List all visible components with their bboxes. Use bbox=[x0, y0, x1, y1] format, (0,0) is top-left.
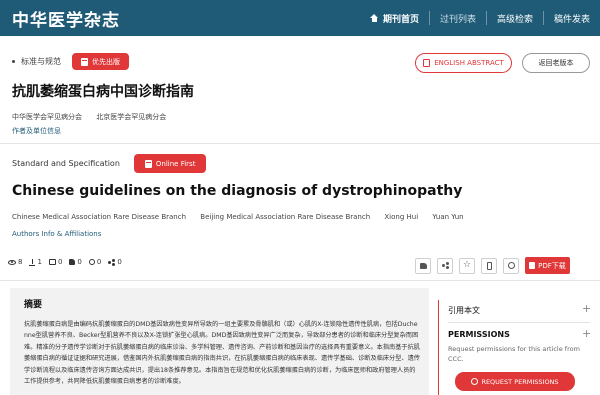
english-abstract-button[interactable]: ENGLISH ABSTRACT bbox=[415, 53, 512, 73]
article-stats: 8 1 0 0 0 0 bbox=[8, 258, 129, 266]
nav-past-issues[interactable]: 过刊列表 bbox=[428, 11, 486, 25]
views-count: 8 bbox=[18, 258, 23, 266]
eye-icon bbox=[8, 259, 16, 265]
request-permissions-label: REQUEST PERMISSIONS bbox=[481, 377, 559, 386]
collects-stat: 0 bbox=[88, 258, 102, 266]
shares-count: 0 bbox=[117, 258, 122, 266]
en-category-row: Standard and Specification Online First bbox=[12, 154, 207, 173]
en-article-title: Chinese guidelines on the diagnosis of d… bbox=[12, 183, 463, 199]
old-version-label: 返回老版本 bbox=[538, 59, 574, 67]
zoom-icon bbox=[507, 262, 515, 269]
abstract-heading: 摘要 bbox=[24, 300, 43, 310]
views-stat: 8 bbox=[8, 258, 22, 266]
en-online-first-label: Online First bbox=[155, 159, 196, 168]
cn-author[interactable]: 北京医学会罕见病分会 bbox=[96, 113, 166, 121]
cn-article-title: 抗肌萎缩蛋白病中国诊断指南 bbox=[12, 84, 194, 100]
share-icon bbox=[108, 258, 116, 266]
thumbs-up-icon bbox=[419, 262, 427, 269]
expand-plus-icon[interactable]: + bbox=[582, 303, 591, 314]
collects-count: 0 bbox=[96, 258, 102, 266]
old-version-button[interactable]: 返回老版本 bbox=[522, 53, 590, 73]
mobile-view-button[interactable] bbox=[481, 257, 497, 274]
likes-stat: 0 bbox=[69, 258, 82, 266]
en-author[interactable]: Yuan Yun bbox=[432, 213, 463, 221]
en-author-info-link[interactable]: Authors Info & Affiliations bbox=[12, 230, 101, 238]
permissions-title[interactable]: PERMISSIONS bbox=[448, 330, 510, 339]
main-nav: 期刊首页 过刊列表 高级检索 稿件发表 bbox=[360, 0, 600, 36]
cn-category-row: 标准与规范 优先出版 bbox=[12, 53, 129, 70]
shares-stat: 0 bbox=[108, 258, 122, 266]
nav-journal-home[interactable]: 期刊首页 bbox=[360, 11, 429, 25]
abstract-text: 抗肌萎缩蛋白病是由编码抗肌萎缩蛋白的DMD基因致病性变异所导致的一组主要累及骨骼… bbox=[24, 321, 420, 386]
expand-plus-icon[interactable]: + bbox=[582, 328, 591, 339]
share-button[interactable] bbox=[437, 257, 453, 274]
favorite-button[interactable]: ☆ bbox=[459, 257, 475, 274]
star-icon: ☆ bbox=[462, 260, 472, 270]
cn-author[interactable]: 中华医学会罕见病分会 bbox=[12, 113, 82, 121]
bookmark-icon bbox=[81, 57, 88, 66]
pdf-download-button[interactable]: PDF下载 bbox=[525, 257, 570, 274]
english-abstract-label: ENGLISH ABSTRACT bbox=[434, 59, 504, 67]
like-button[interactable] bbox=[415, 257, 431, 274]
nav-submission[interactable]: 稿件发表 bbox=[542, 11, 600, 25]
en-author[interactable]: Xiong Hui bbox=[384, 213, 418, 221]
request-permissions-button[interactable]: REQUEST PERMISSIONS bbox=[455, 372, 575, 391]
collect-icon bbox=[88, 259, 95, 265]
nav-advanced-search-label: 高级检索 bbox=[496, 14, 533, 25]
cite-article-item[interactable]: 引用本文 bbox=[448, 305, 480, 316]
journal-brand[interactable]: 中华医学杂志 bbox=[12, 6, 120, 31]
ccc-icon bbox=[471, 378, 479, 385]
section-divider bbox=[0, 280, 600, 281]
downloads-count: 1 bbox=[37, 258, 42, 266]
downloads-stat: 1 bbox=[29, 258, 42, 266]
cn-category: 标准与规范 bbox=[21, 57, 61, 66]
en-author[interactable]: Chinese Medical Association Rare Disease… bbox=[12, 213, 186, 221]
bookmark-icon bbox=[144, 159, 152, 168]
en-authors: Chinese Medical Association Rare Disease… bbox=[12, 213, 476, 221]
top-header: 中华医学杂志 期刊首页 过刊列表 高级检索 稿件发表 bbox=[0, 0, 600, 36]
nav-advanced-search[interactable]: 高级检索 bbox=[485, 11, 543, 25]
cn-online-first-label: 优先出版 bbox=[92, 57, 120, 66]
nav-submission-label: 稿件发表 bbox=[553, 14, 590, 25]
comment-icon bbox=[48, 259, 56, 265]
document-icon bbox=[423, 59, 431, 67]
zoom-button[interactable] bbox=[503, 257, 519, 274]
cn-authors: 中华医学会罕见病分会 北京医学会罕见病分会 bbox=[12, 112, 178, 122]
bullet-dot bbox=[12, 60, 15, 63]
section-divider bbox=[0, 143, 600, 144]
pdf-download-label: PDF下载 bbox=[538, 261, 566, 270]
thumbs-up-icon bbox=[69, 259, 76, 265]
en-category: Standard and Specification bbox=[12, 159, 120, 168]
en-author[interactable]: Beijing Medical Association Rare Disease… bbox=[200, 213, 370, 221]
cn-author-info-link[interactable]: 作者及单位信息 bbox=[12, 126, 61, 136]
download-icon bbox=[29, 258, 36, 266]
article-tools: ☆ PDF下载 bbox=[415, 257, 570, 274]
comments-stat: 0 bbox=[48, 258, 63, 266]
likes-count: 0 bbox=[77, 258, 82, 266]
permissions-description: Request permissions for this article fro… bbox=[448, 345, 580, 363]
share-icon bbox=[441, 262, 449, 269]
phone-icon bbox=[486, 261, 492, 270]
abstract-panel: 摘要 抗肌萎缩蛋白病是由编码抗肌萎缩蛋白的DMD基因致病性变异所导致的一组主要累… bbox=[10, 288, 429, 395]
home-icon bbox=[369, 14, 379, 22]
cn-online-first-badge: 优先出版 bbox=[72, 53, 129, 70]
nav-past-issues-label: 过刊列表 bbox=[439, 14, 476, 25]
sidebar-accent-line bbox=[438, 300, 439, 395]
comments-count: 0 bbox=[57, 258, 63, 266]
nav-journal-home-label: 期刊首页 bbox=[382, 14, 419, 25]
en-online-first-badge: Online First bbox=[133, 154, 207, 173]
pdf-icon bbox=[529, 262, 536, 269]
sidebar-divider bbox=[448, 322, 590, 323]
